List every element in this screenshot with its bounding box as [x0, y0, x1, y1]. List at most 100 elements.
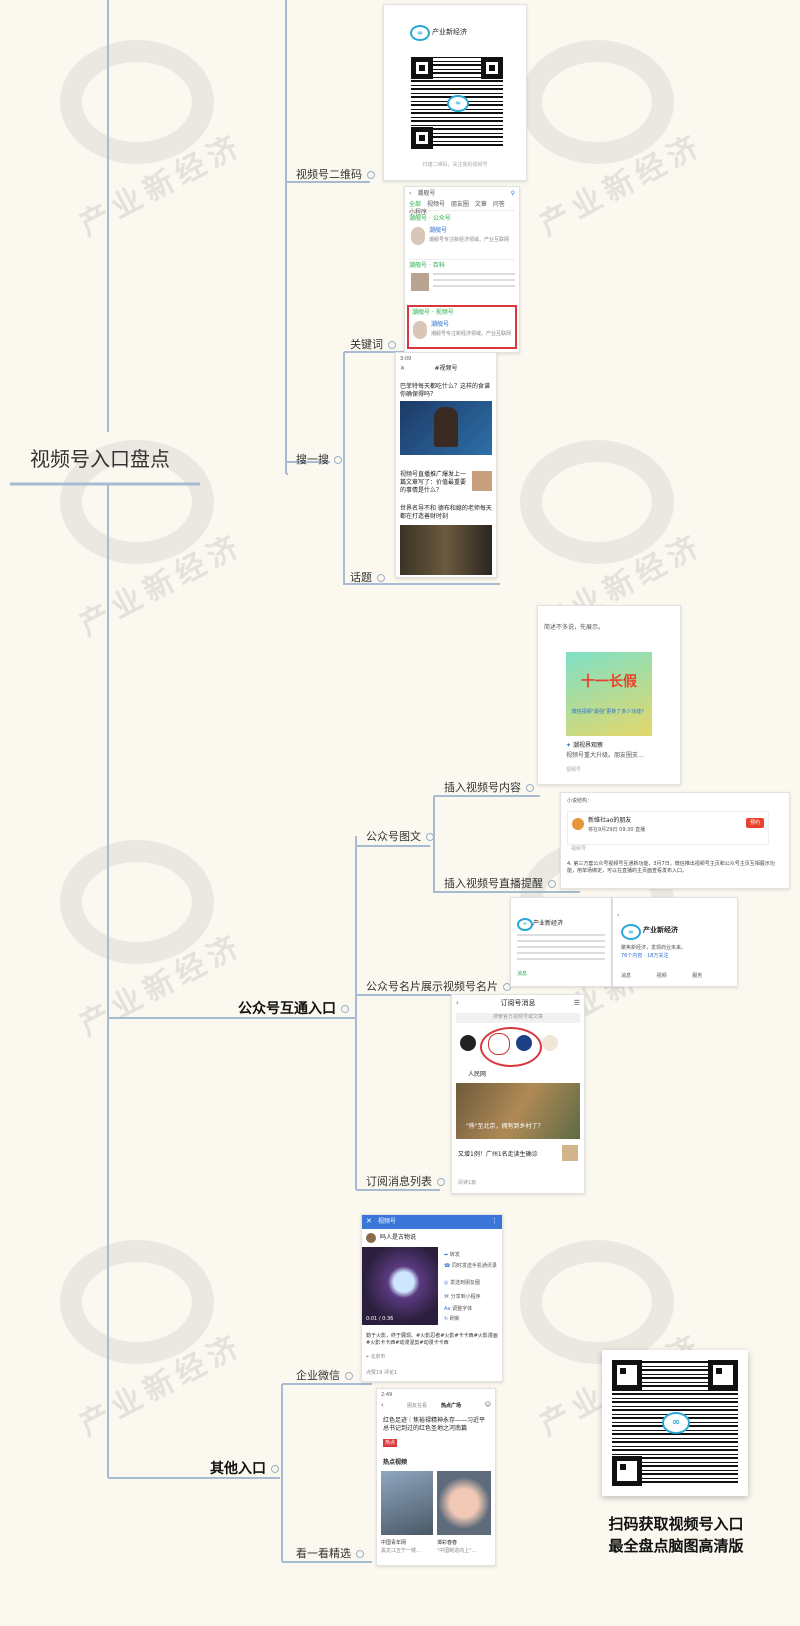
- collapse-dot-icon[interactable]: [356, 1550, 364, 1558]
- live-reminder-box[interactable]: 新维社ao的朋友 将在9月29日 09:30 直播 预约: [567, 811, 769, 845]
- look-headline[interactable]: 红色足迹｜焦裕禄精神永存——习近平总书记到过的红色圣地之河南篇: [383, 1417, 489, 1433]
- back-chevron-icon[interactable]: ‹: [409, 190, 411, 197]
- search-query[interactable]: 潮舰号: [417, 190, 435, 197]
- menu-font[interactable]: Aa 调整字体: [444, 1305, 472, 1313]
- section-baike: 潮舰号 · 百科: [409, 259, 515, 270]
- baike-text-lines: [433, 273, 515, 291]
- video-source: 视频号: [566, 767, 582, 773]
- profile-tabs: 消息 视频 服务: [621, 972, 733, 980]
- label-official-account: 公众号互通入口: [238, 1002, 349, 1016]
- tab-services[interactable]: 服务: [692, 973, 702, 979]
- qr-hint: 扫描二维码，关注我的视频号: [422, 162, 488, 168]
- collapse-dot-icon[interactable]: [388, 341, 396, 349]
- collapse-dot-icon[interactable]: [426, 833, 434, 841]
- video-desc: 视频号重大升级。朋友圈支...: [566, 752, 644, 759]
- account-avatar[interactable]: [460, 1035, 476, 1051]
- menu-icon[interactable]: ☰: [574, 999, 580, 1007]
- promo-qr-logo-icon: ∞: [662, 1412, 690, 1434]
- topic-item-3[interactable]: 世界名导不和 德布和媳的老师每天都在打造善财时刻: [400, 505, 492, 521]
- poster-subtitle: 微信视频"最强"更新了多少功能？: [571, 709, 647, 715]
- promo-caption: 扫码获取视频号入口 最全盘点脑图高清版: [578, 1513, 774, 1557]
- keyword-tabs: 全部 视频号 朋友圈 文章 问答 小程序: [409, 201, 515, 216]
- collapse-dot-icon[interactable]: [345, 1372, 353, 1380]
- collapse-dot-icon[interactable]: [341, 1005, 349, 1013]
- news-thumbnail-small: [562, 1145, 578, 1161]
- close-icon[interactable]: ✕: [400, 365, 405, 373]
- tab-article[interactable]: 文章: [475, 201, 487, 208]
- tab-messages[interactable]: 消息: [517, 970, 527, 978]
- live-reserve-button[interactable]: 预约: [745, 818, 764, 828]
- tab-hot[interactable]: 热点广场: [441, 1402, 461, 1410]
- brand-logo-icon: ∞: [621, 924, 641, 940]
- user-icon[interactable]: ☺: [485, 1401, 491, 1409]
- label-keyword: 关键词: [350, 338, 396, 352]
- menu-miniprogram[interactable]: ⌘ 分享到小程序: [444, 1293, 500, 1301]
- video-poster[interactable]: 十一长假 微信视频"最强"更新了多少功能？: [566, 652, 652, 736]
- tab-channel[interactable]: 视频号: [427, 201, 445, 208]
- menu-refresh[interactable]: ↻ 刷新: [444, 1315, 460, 1323]
- collapse-dot-icon[interactable]: [271, 1465, 279, 1473]
- tab-videos[interactable]: 视频: [657, 973, 667, 979]
- channel-logo-icon: ✦: [566, 742, 572, 749]
- back-chevron-icon[interactable]: ‹: [381, 1401, 384, 1409]
- section-channel: 潮舰号 · 视频号: [412, 309, 454, 316]
- location-pin-icon: ⌖: [366, 1354, 369, 1360]
- promo-qr-box: ∞: [602, 1350, 748, 1496]
- topic-item-1[interactable]: 巴菲特每天都吃什么？这样的食谱你确保得吗？: [400, 383, 492, 399]
- search-magnifier-icon[interactable]: ⚲: [511, 190, 515, 198]
- promo-line-1: 扫码获取视频号入口: [608, 1515, 744, 1533]
- wecom-caption: 勒于火影，终于展现。#火影忍者#火影#卡卡西#火影漫画#火影卡卡西#动漫混剪#动…: [366, 1333, 498, 1346]
- tab-messages[interactable]: 消息: [621, 973, 631, 979]
- channel-name[interactable]: 潮舰号: [431, 321, 449, 329]
- collapse-dot-icon[interactable]: [437, 1178, 445, 1186]
- live-avatar: [572, 818, 584, 830]
- subscribe-account: 人民网: [468, 1071, 487, 1078]
- back-chevron-icon[interactable]: ‹: [617, 912, 619, 920]
- read-count: 阅读1篇: [458, 1180, 477, 1186]
- video-author: ✦ 潮视界观察: [566, 742, 603, 749]
- news-headline[interactable]: 又增1例！广州1名走读生确诊: [458, 1151, 538, 1159]
- collapse-dot-icon[interactable]: [367, 171, 375, 179]
- menu-forward[interactable]: ➦ 转发: [444, 1251, 460, 1259]
- close-icon[interactable]: ✕: [366, 1217, 372, 1225]
- person-silhouette: [434, 407, 458, 447]
- tab-qa[interactable]: 问答: [493, 201, 505, 208]
- wecom-video[interactable]: 0:01 / 0:36: [362, 1247, 438, 1325]
- topic-item-3-thumbnail[interactable]: [400, 525, 492, 575]
- hot-video-2[interactable]: [437, 1471, 491, 1535]
- poster-title: 十一长假: [581, 674, 637, 690]
- label-insert-live: 插入视频号直播提醒: [444, 877, 556, 891]
- collapse-dot-icon[interactable]: [334, 456, 342, 464]
- live-body-text: 4. 第三方套公众号视频号互通新功能，3月7日，微信推出视频号主页和公众号主页互…: [567, 861, 775, 874]
- collapse-dot-icon[interactable]: [377, 574, 385, 582]
- subscribe-search-input[interactable]: 搜索官方视频号或文章: [456, 1013, 580, 1023]
- more-icon[interactable]: ⋮: [491, 1217, 498, 1225]
- collapse-dot-icon[interactable]: [548, 880, 556, 888]
- tab-friends[interactable]: 朋友在看: [407, 1402, 427, 1410]
- collapse-dot-icon[interactable]: [526, 784, 534, 792]
- hot-video-1-desc: 黑龙江五宁一楼…: [381, 1548, 422, 1554]
- wecom-menu: ➦ 转发 ☎ 同时发送手机通讯录 ◎ 发送到朋友圈 ⌘ 分享到小程序 Aa 调整…: [440, 1247, 502, 1325]
- video-time: 0:01 / 0:36: [366, 1316, 394, 1322]
- profile-text-lines: [517, 934, 605, 960]
- hot-video-2-author: 谭彩春春: [437, 1540, 458, 1546]
- live-name: 新维社ao的朋友: [588, 817, 632, 824]
- result-name[interactable]: 潮舰号: [429, 227, 447, 235]
- menu-send-contacts[interactable]: ☎ 同时发送手机通讯录: [444, 1262, 500, 1270]
- hot-video-1[interactable]: [381, 1471, 433, 1535]
- qr-center-logo-icon: ∞: [447, 95, 469, 112]
- keyword-search-card: ‹ 潮舰号 ⚲ 全部 视频号 朋友圈 文章 问答 小程序 潮舰号 · 公众号 潮…: [404, 186, 520, 353]
- account-avatar[interactable]: [542, 1035, 558, 1051]
- avatar: [411, 227, 425, 245]
- back-chevron-icon[interactable]: ‹: [456, 999, 459, 1007]
- tab-moments[interactable]: 朋友圈: [451, 201, 469, 208]
- tab-all[interactable]: 全部: [409, 201, 421, 208]
- news-headline-overlay: "熊"至北京，拥有到乡村了？: [466, 1123, 544, 1130]
- news-thumbnail[interactable]: "熊"至北京，拥有到乡村了？: [456, 1083, 580, 1139]
- section-official: 潮舰号 · 公众号: [409, 215, 451, 222]
- menu-moments[interactable]: ◎ 发送到朋友圈: [444, 1279, 500, 1287]
- label-look: 看一看精选: [296, 1547, 364, 1561]
- topic-item-2[interactable]: 视频号直播推广爆发上一篇文章写了：价值最重要的事情是什么？: [400, 471, 466, 495]
- topic-video-thumbnail[interactable]: [400, 401, 492, 455]
- live-source: 视频号: [571, 846, 587, 852]
